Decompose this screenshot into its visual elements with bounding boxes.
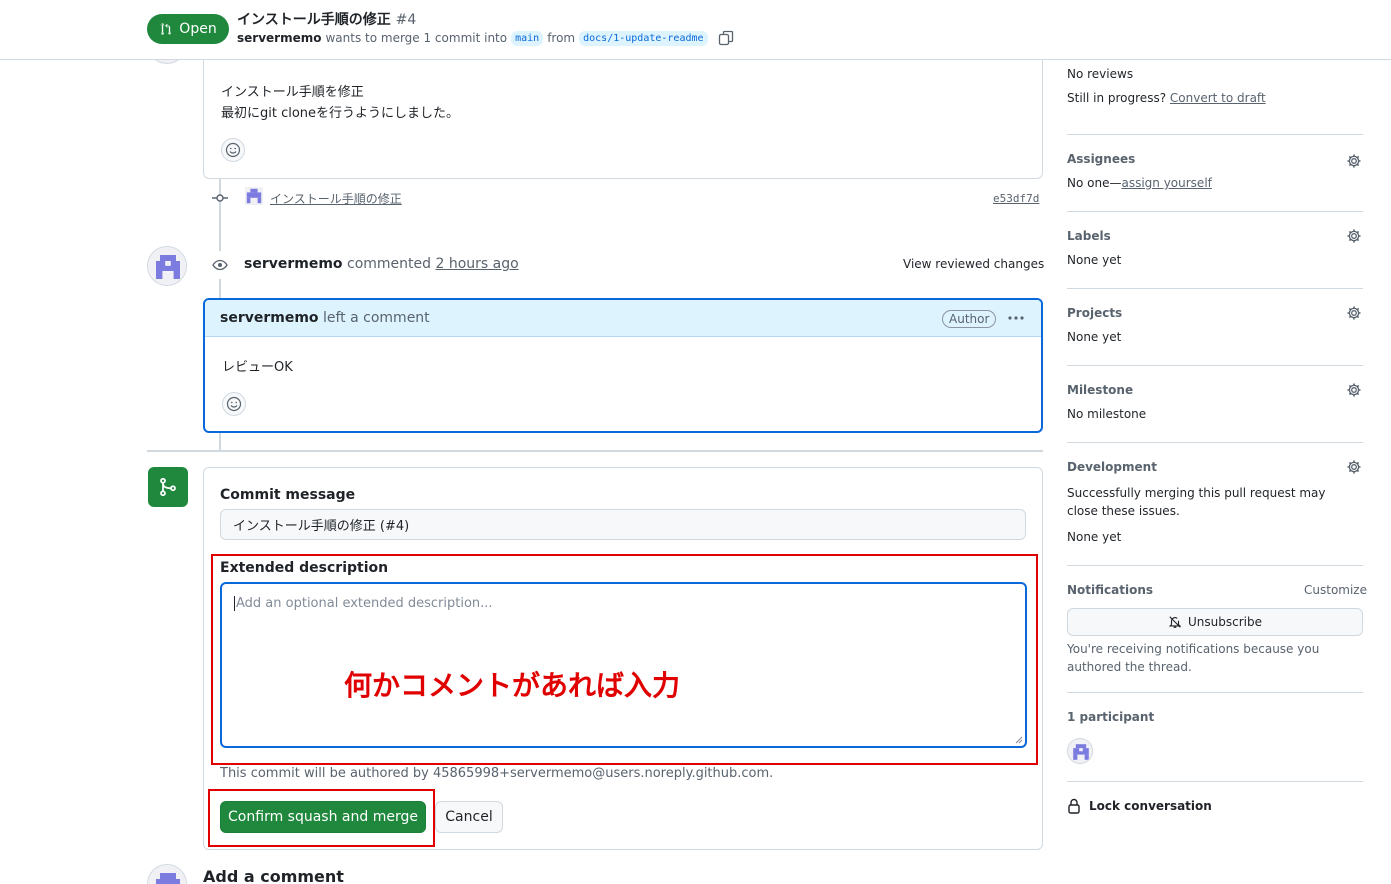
- highlight-box-description: [211, 554, 1038, 765]
- development-value: None yet: [1067, 530, 1122, 544]
- author-badge: Author: [942, 310, 997, 328]
- sidebar-divider: [1067, 365, 1363, 366]
- projects-title[interactable]: Projects: [1067, 306, 1363, 320]
- highlight-box-confirm: [208, 789, 435, 847]
- pr-sticky-header: Open インストール手順の修正 #4 servermemo wants to …: [0, 0, 1391, 60]
- review-comment-body: レビューOK: [222, 360, 293, 375]
- smiley-icon: [225, 142, 241, 158]
- pr-description-comment: インストール手順を修正 最初にgit cloneを行うようにしました。: [203, 54, 1043, 179]
- labels-value: None yet: [1067, 253, 1122, 267]
- notifications-note: You're receiving notifications because y…: [1067, 642, 1320, 674]
- sidebar-milestone: Milestone No milestone: [1067, 383, 1363, 421]
- commit-author-avatar[interactable]: [245, 187, 263, 205]
- identicon-icon: [1068, 739, 1092, 763]
- smiley-icon: [226, 396, 242, 412]
- participants-title: 1 participant: [1067, 710, 1155, 724]
- gear-icon[interactable]: [1346, 382, 1362, 398]
- assignees-title[interactable]: Assignees: [1067, 152, 1363, 166]
- git-merge-icon: [160, 477, 176, 497]
- review-time-link[interactable]: 2 hours ago: [435, 256, 518, 272]
- milestone-value: No milestone: [1067, 407, 1147, 421]
- head-branch[interactable]: docs/1-update-readme: [579, 30, 708, 46]
- assign-yourself-link[interactable]: assign yourself: [1121, 176, 1211, 190]
- comment-options-button[interactable]: [1005, 307, 1027, 329]
- pr-author-link[interactable]: servermemo: [237, 31, 321, 45]
- gear-icon[interactable]: [1346, 153, 1362, 169]
- review-event-summary: servermemo commented 2 hours ago: [244, 256, 519, 272]
- commit-message-input[interactable]: インストール手順の修正 (#4): [220, 509, 1026, 540]
- pr-title: インストール手順の修正 #4: [237, 12, 417, 28]
- gear-icon[interactable]: [1346, 228, 1362, 244]
- reviewer-avatar[interactable]: [147, 246, 187, 286]
- development-title[interactable]: Development: [1067, 460, 1363, 474]
- review-comment-header: servermemo left a comment Author: [205, 300, 1041, 337]
- development-desc: Successfully merging this pull request m…: [1067, 486, 1326, 518]
- sidebar-divider: [1067, 442, 1363, 443]
- copy-icon[interactable]: [718, 30, 734, 46]
- sidebar-reviewers: No reviews Still in progress? Convert to…: [1067, 67, 1363, 105]
- unsubscribe-button[interactable]: Unsubscribe: [1067, 608, 1363, 636]
- git-pull-request-icon: [161, 23, 172, 35]
- sidebar-divider: [1067, 692, 1363, 693]
- sidebar-divider: [1067, 211, 1363, 212]
- add-reaction-button[interactable]: [222, 392, 246, 416]
- sidebar-divider: [1067, 134, 1363, 135]
- pr-number: #4: [395, 12, 417, 28]
- eye-icon: [212, 259, 228, 271]
- review-event-badge: [206, 251, 234, 279]
- projects-value: None yet: [1067, 330, 1122, 344]
- pr-state-badge: Open: [147, 14, 229, 44]
- timeline-divider: [147, 450, 1043, 452]
- sidebar-assignees: Assignees No one—assign yourself: [1067, 152, 1363, 190]
- view-reviewed-changes-link[interactable]: View reviewed changes: [903, 257, 1044, 271]
- timeline-line: [219, 432, 221, 450]
- cancel-button[interactable]: Cancel: [435, 801, 503, 833]
- identicon-icon: [245, 187, 263, 205]
- sidebar-labels: Labels None yet: [1067, 229, 1363, 267]
- add-reaction-button[interactable]: [221, 138, 245, 162]
- sidebar-divider: [1067, 288, 1363, 289]
- sidebar-development: Development Successfully merging this pu…: [1067, 460, 1363, 544]
- current-user-avatar[interactable]: [147, 864, 187, 884]
- pr-state-label: Open: [179, 21, 217, 37]
- reviewers-value: No reviews: [1067, 67, 1134, 81]
- bell-slash-icon: [1168, 616, 1182, 628]
- gear-icon[interactable]: [1346, 305, 1362, 321]
- milestone-title[interactable]: Milestone: [1067, 383, 1363, 397]
- sidebar-participants: 1 participant: [1067, 710, 1363, 724]
- labels-title[interactable]: Labels: [1067, 229, 1363, 243]
- lock-conversation-button[interactable]: Lock conversation: [1067, 798, 1212, 814]
- sidebar-projects: Projects None yet: [1067, 306, 1363, 344]
- customize-link[interactable]: Customize: [1304, 583, 1367, 597]
- kebab-horizontal-icon: [1008, 316, 1024, 320]
- identicon-icon: [148, 865, 186, 884]
- identicon-icon: [148, 247, 186, 285]
- sidebar-divider: [1067, 565, 1363, 566]
- commit-sha-link[interactable]: e53df7d: [993, 192, 1039, 205]
- authored-note: This commit will be authored by 45865998…: [220, 766, 774, 781]
- add-comment-heading: Add a comment: [203, 867, 344, 884]
- review-comment: servermemo left a comment Author レビューOK: [203, 298, 1043, 433]
- sidebar-divider: [1067, 781, 1363, 782]
- reviewer-name-link[interactable]: servermemo: [244, 256, 343, 272]
- git-commit-icon: [212, 194, 228, 202]
- merge-status-icon-box: [148, 467, 188, 507]
- gear-icon[interactable]: [1346, 459, 1362, 475]
- convert-to-draft-link[interactable]: Convert to draft: [1170, 91, 1266, 105]
- lock-icon: [1068, 798, 1080, 814]
- commit-message-link[interactable]: インストール手順の修正: [270, 190, 402, 207]
- comment-author-link[interactable]: servermemo: [220, 310, 319, 326]
- commit-message-label: Commit message: [220, 487, 356, 503]
- participant-avatar[interactable]: [1067, 738, 1093, 764]
- comment-body: インストール手順を修正 最初にgit cloneを行うようにしました。: [221, 85, 460, 121]
- base-branch[interactable]: main: [511, 30, 544, 46]
- pr-merge-summary: servermemo wants to merge 1 commit into …: [237, 30, 734, 46]
